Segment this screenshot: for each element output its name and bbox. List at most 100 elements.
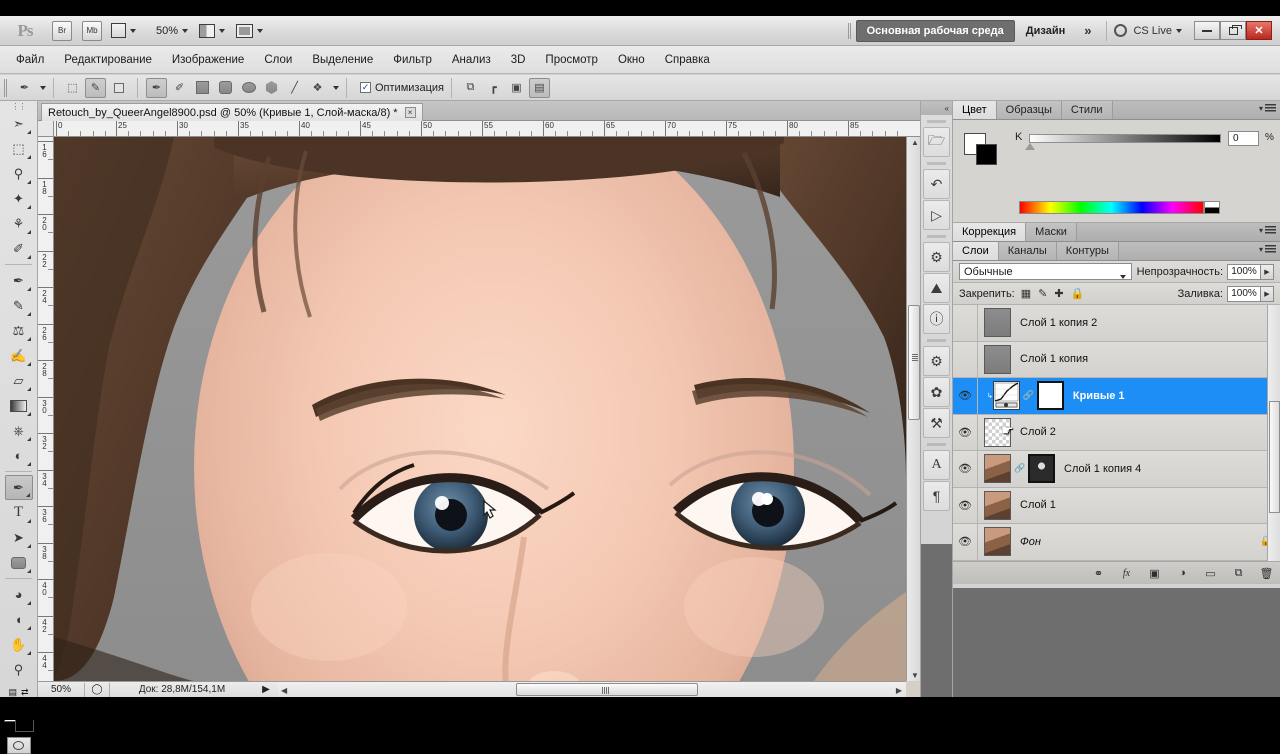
edit-in-quick-mask-mode-button[interactable] — [6, 737, 31, 754]
menu-select[interactable]: Выделение — [302, 50, 383, 70]
intersect-shape-areas-button[interactable]: ▣ — [506, 78, 527, 98]
fill-field[interactable]: 100% — [1227, 285, 1261, 302]
tab-paths[interactable]: Контуры — [1056, 242, 1119, 260]
dock-group-handle[interactable] — [927, 159, 946, 168]
tool-move[interactable]: ➣ — [5, 111, 33, 136]
minimize-button[interactable] — [1194, 21, 1220, 40]
dock-group-handle[interactable] — [927, 440, 946, 449]
exclude-overlapping-shape-areas-button[interactable]: ▤ — [528, 77, 550, 98]
menu-file[interactable]: Файл — [6, 50, 54, 70]
cs-live-button[interactable]: CS Live — [1114, 24, 1182, 37]
tool-hand[interactable]: ✋ — [5, 632, 33, 657]
vertical-ruler[interactable]: 16 18 20 22 24 26 28 30 32 34 36 38 40 42 44 — [38, 137, 54, 681]
tool-spot-healing-brush[interactable]: ✒ — [5, 268, 33, 293]
menu-image[interactable]: Изображение — [162, 50, 254, 70]
dock-group-handle[interactable] — [927, 336, 946, 345]
tool-rectangle-shape[interactable] — [5, 550, 33, 575]
layers-scroll-thumb[interactable] — [1269, 401, 1280, 513]
layers-scrollbar[interactable] — [1267, 305, 1280, 561]
tools-panel-drag-handle[interactable]: ⋮⋮ — [0, 101, 37, 111]
fill-stepper[interactable]: ▶ — [1261, 285, 1274, 302]
table-row[interactable]: Слой 1 копия — [953, 341, 1280, 378]
adjustment-layer-thumbnail[interactable] — [992, 381, 1020, 411]
launch-bridge-button[interactable]: Br — [48, 20, 72, 41]
layer-thumbnail[interactable] — [984, 454, 1011, 484]
workspace-drag-handle[interactable] — [847, 22, 851, 39]
workspace-essentials-button[interactable]: Основная рабочая среда — [855, 19, 1015, 42]
delete-layer-icon[interactable]: 🗑 — [1259, 566, 1274, 581]
tool-3d-camera-rotate[interactable]: ◖ — [5, 607, 33, 632]
menu-filter[interactable]: Фильтр — [383, 50, 442, 70]
tool-quick-selection[interactable]: ✦ — [5, 186, 33, 211]
layer-thumbnail[interactable] — [984, 308, 1011, 338]
pen-tool-button[interactable]: ✒ — [146, 77, 167, 98]
layer-visibility-toggle[interactable] — [953, 341, 978, 377]
table-row[interactable]: 👁 Фон 🔒 — [953, 524, 1280, 561]
tab-adjustments[interactable]: Коррекция — [953, 223, 1027, 241]
link-mask-icon[interactable]: 🔗 — [1014, 463, 1025, 474]
character-icon[interactable]: A — [923, 450, 950, 480]
menu-help[interactable]: Справка — [655, 50, 720, 70]
add-layer-mask-icon[interactable]: ▣ — [1147, 566, 1162, 581]
swap-colors-icon[interactable]: ⇄ — [21, 687, 29, 698]
rounded-rectangle-tool-button[interactable] — [215, 78, 236, 98]
layer-mask-thumbnail[interactable] — [1036, 381, 1064, 411]
tab-swatches[interactable]: Образцы — [996, 101, 1062, 119]
adjustments-icon[interactable]: ⚙ — [923, 242, 950, 272]
canvas-vertical-scrollbar[interactable]: ▲ ▼ — [906, 137, 920, 681]
menu-window[interactable]: Окно — [608, 50, 655, 70]
new-layer-icon[interactable]: ⧉ — [1231, 566, 1246, 581]
link-layers-icon[interactable]: ⚭ — [1091, 566, 1106, 581]
chevron-down-icon[interactable] — [40, 85, 46, 90]
canvas-vertical-scroll-thumb[interactable] — [908, 305, 920, 420]
tool-eyedropper[interactable]: ✐ — [5, 236, 33, 261]
auto-add-delete-checkbox[interactable]: ✓ Оптимизация — [360, 82, 444, 94]
lock-transparent-pixels-icon[interactable]: ▦ — [1021, 287, 1031, 300]
line-tool-button[interactable]: ╱ — [284, 78, 305, 98]
lock-image-pixels-icon[interactable]: ✎ — [1038, 287, 1047, 300]
menu-analysis[interactable]: Анализ — [442, 50, 501, 70]
add-to-shape-area-button[interactable]: ⧉ — [460, 78, 481, 98]
tool-gradient[interactable] — [5, 393, 33, 418]
workspace-more-button[interactable]: » — [1076, 23, 1099, 38]
actions-icon[interactable]: ▷ — [923, 200, 950, 230]
color-panel-menu-button[interactable]: ▾ — [1259, 104, 1276, 113]
status-menu-arrow-icon[interactable]: ▶ — [254, 684, 278, 695]
mini-bridge-icon[interactable]: 🗁 — [923, 127, 950, 157]
table-row[interactable]: 👁 Слой 1 — [953, 487, 1280, 524]
tool-horizontal-type[interactable]: T — [5, 500, 33, 525]
layer-thumbnail[interactable] — [984, 344, 1011, 374]
table-row[interactable]: 👁 Слой 2 ☛ — [953, 414, 1280, 451]
background-color-swatch[interactable] — [976, 144, 997, 165]
fill-pixels-mode-button[interactable] — [108, 78, 129, 98]
ellipse-tool-button[interactable] — [238, 78, 259, 98]
tool-eraser[interactable]: ▱ — [5, 368, 33, 393]
arrange-documents-dropdown[interactable] — [234, 20, 265, 42]
table-row[interactable]: Слой 1 копия 2 — [953, 305, 1280, 342]
info-icon[interactable]: ⓘ — [923, 304, 950, 334]
new-fill-adjustment-layer-icon[interactable]: ◑ — [1175, 566, 1190, 581]
tool-pen[interactable]: ✒ — [4, 475, 33, 500]
menu-view[interactable]: Просмотр — [535, 50, 608, 70]
rectangle-tool-button[interactable] — [192, 78, 213, 98]
adjustments-panel-menu-button[interactable]: ▾ — [1259, 226, 1276, 235]
tool-crop[interactable]: ⚘ — [5, 211, 33, 236]
tool-preset-picker[interactable]: ✒ — [14, 78, 35, 98]
layer-name[interactable]: Слой 1 копия 2 — [1020, 317, 1097, 329]
options-bar-drag-handle[interactable] — [4, 78, 8, 97]
default-colors-icon[interactable]: ▤ — [8, 687, 17, 698]
image-canvas[interactable] — [54, 137, 906, 681]
ruler-origin-corner[interactable] — [38, 121, 54, 137]
chevron-down-icon[interactable] — [333, 85, 339, 90]
tool-history-brush[interactable]: ✍ — [5, 343, 33, 368]
color-spectrum-ramp[interactable] — [1019, 201, 1204, 214]
layer-visibility-toggle[interactable]: 👁 — [953, 378, 978, 414]
view-extras-dropdown[interactable] — [109, 20, 138, 42]
close-button[interactable]: ✕ — [1246, 21, 1272, 40]
canvas-horizontal-scroll-thumb[interactable] — [516, 683, 698, 696]
tool-rectangular-marquee[interactable]: ⬚ — [5, 136, 33, 161]
document-tab[interactable]: Retouch_by_QueerAngel8900.psd @ 50% (Кри… — [41, 103, 423, 121]
link-mask-icon[interactable]: 🔗 — [1023, 390, 1034, 401]
history-icon[interactable]: ↶ — [923, 169, 950, 199]
layer-visibility-toggle[interactable]: 👁 — [953, 414, 978, 450]
